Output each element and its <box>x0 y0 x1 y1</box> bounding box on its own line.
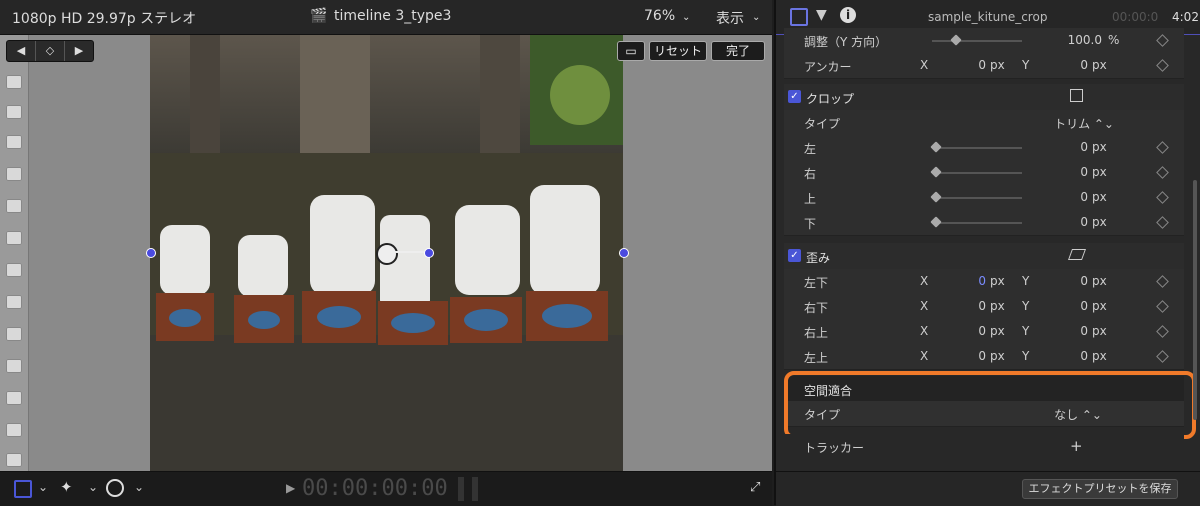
br-x-value[interactable]: 0 <box>964 299 986 313</box>
speed-gauge-icon[interactable] <box>106 479 124 497</box>
keyframe-diamond-icon[interactable] <box>1156 275 1169 288</box>
viewer-header: 1080p HD 29.97p ステレオ 🎬 timeline 3_type3 … <box>0 0 772 35</box>
filmstrip <box>0 35 29 471</box>
chevron-down-icon[interactable]: ⌄ <box>88 480 98 494</box>
anchor-x-value[interactable]: 0 <box>964 58 986 72</box>
bl-y-value[interactable]: 0 <box>1066 274 1088 288</box>
done-button[interactable]: 完了 <box>711 41 765 61</box>
crop-mode-icon[interactable]: ▭ <box>617 41 645 61</box>
adjust-y-row: 調整（Y 方向） 100.0 % <box>784 28 1184 54</box>
chevron-down-icon[interactable]: ⌄ <box>682 12 690 23</box>
save-effects-preset-button[interactable]: エフェクトプリセットを保存 <box>1022 479 1178 499</box>
prev-keyframe-icon[interactable]: ◀ <box>7 41 36 61</box>
reset-button[interactable]: リセット <box>649 41 707 61</box>
pause-icon <box>458 477 478 501</box>
bl-x-value[interactable]: 0 <box>964 274 986 288</box>
keyframe-diamond-icon[interactable] <box>1156 216 1169 229</box>
distort-top-left-row: 左上 X 0 px Y 0 px <box>784 344 1184 370</box>
crop-left-row: 左 0 px <box>784 135 1184 161</box>
tr-y-value[interactable]: 0 <box>1066 324 1088 338</box>
timecode-prefix: 00:00:0 <box>1112 10 1159 24</box>
view-menu[interactable]: 表示 <box>716 8 744 28</box>
crop-type-row: タイプ トリム ⌃⌄ <box>784 110 1184 136</box>
crop-checkbox[interactable]: ✓ <box>788 90 801 103</box>
distort-top-right-row: 右上 X 0 px Y 0 px <box>784 319 1184 345</box>
keyframe-diamond-icon[interactable] <box>1156 34 1169 47</box>
distort-section-header: ✓ 歪み <box>784 243 1184 269</box>
distort-bottom-right-row: 右下 X 0 px Y 0 px <box>784 294 1184 320</box>
keyframe-diamond-icon[interactable] <box>1156 325 1169 338</box>
tl-y-value[interactable]: 0 <box>1066 349 1088 363</box>
crop-bottom-value[interactable]: 0 <box>1066 215 1088 229</box>
tr-x-value[interactable]: 0 <box>964 324 986 338</box>
crop-type-popup[interactable]: トリム ⌃⌄ <box>1034 115 1114 132</box>
crop-onscreen-icon[interactable] <box>1070 89 1083 102</box>
crop-bottom-slider[interactable] <box>930 216 942 228</box>
crop-top-value[interactable]: 0 <box>1066 190 1088 204</box>
right-handle[interactable] <box>619 248 629 258</box>
keyframe-nav: ◀ ◇ ▶ <box>6 40 94 62</box>
crop-right-slider[interactable] <box>930 166 942 178</box>
timeline-title: timeline 3_type3 <box>334 8 452 24</box>
center-handle[interactable] <box>424 248 434 258</box>
clapper-icon: 🎬 <box>310 8 328 24</box>
left-handle[interactable] <box>146 248 156 258</box>
viewer[interactable]: ◀ ◇ ▶ ▭ リセット 完了 <box>0 35 772 471</box>
video-inspector-icon[interactable] <box>790 8 808 26</box>
anchor-y-value[interactable]: 0 <box>1066 58 1088 72</box>
keyframe-diamond-icon[interactable] <box>1156 350 1169 363</box>
adjust-y-value[interactable]: 100.0 <box>1054 33 1102 47</box>
distort-bottom-left-row: 左下 X 0 px Y 0 px <box>784 269 1184 295</box>
add-tracker-button[interactable]: + <box>1070 437 1083 455</box>
distort-checkbox[interactable]: ✓ <box>788 249 801 262</box>
anchor-row: アンカー X 0 px Y 0 px <box>784 53 1184 79</box>
transform-tool-icon[interactable] <box>14 480 32 498</box>
play-icon[interactable]: ▶ <box>286 481 295 495</box>
crop-top-row: 上 0 px <box>784 185 1184 211</box>
crop-left-slider[interactable] <box>930 141 942 153</box>
crop-section-header: ✓ クロップ <box>784 84 1184 110</box>
anchor-line <box>394 251 424 253</box>
crop-right-row: 右 0 px <box>784 160 1184 186</box>
filter-icon[interactable]: ▼ <box>816 7 827 23</box>
tl-x-value[interactable]: 0 <box>964 349 986 363</box>
fullscreen-icon[interactable]: ⤢ <box>750 480 760 495</box>
keyframe-diamond-icon[interactable] <box>1156 300 1169 313</box>
anchor-crosshair-icon[interactable] <box>376 243 398 265</box>
timecode-value: 4:02 <box>1172 10 1199 24</box>
format-label: 1080p HD 29.97p ステレオ <box>12 11 197 27</box>
keyframe-diamond-icon[interactable] <box>1156 59 1169 72</box>
chevron-down-icon[interactable]: ⌄ <box>134 480 144 494</box>
inspector-scrollbar[interactable] <box>1193 180 1197 420</box>
distort-onscreen-icon[interactable] <box>1067 249 1087 260</box>
br-y-value[interactable]: 0 <box>1066 299 1088 313</box>
crop-left-value[interactable]: 0 <box>1066 140 1088 154</box>
keyframe-diamond-icon[interactable] <box>1156 166 1169 179</box>
clip-name: sample_kitune_crop <box>928 10 1048 24</box>
info-icon[interactable]: i <box>840 7 856 23</box>
tracker-row: トラッカー + <box>784 434 1184 459</box>
crop-top-slider[interactable] <box>930 191 942 203</box>
keyframe-diamond-icon[interactable] <box>1156 141 1169 154</box>
viewer-toolbar: ⌄ ✦ ⌄ ⌄ ▶ 00:00:00:00 ⤢ <box>0 471 772 506</box>
adjust-y-slider[interactable] <box>950 34 962 46</box>
zoom-menu[interactable]: 76% <box>644 8 675 24</box>
crop-right-value[interactable]: 0 <box>1066 165 1088 179</box>
crop-bottom-row: 下 0 px <box>784 210 1184 236</box>
next-keyframe-icon[interactable]: ▶ <box>65 41 93 61</box>
magic-wand-icon[interactable]: ✦ <box>60 478 73 496</box>
highlight-box <box>784 371 1196 439</box>
keyframe-diamond-icon[interactable] <box>1156 191 1169 204</box>
chevron-down-icon[interactable]: ⌄ <box>752 12 760 23</box>
chevron-down-icon[interactable]: ⌄ <box>38 480 48 494</box>
timecode-display: 00:00:00:00 <box>302 476 448 501</box>
add-keyframe-icon[interactable]: ◇ <box>36 41 65 61</box>
